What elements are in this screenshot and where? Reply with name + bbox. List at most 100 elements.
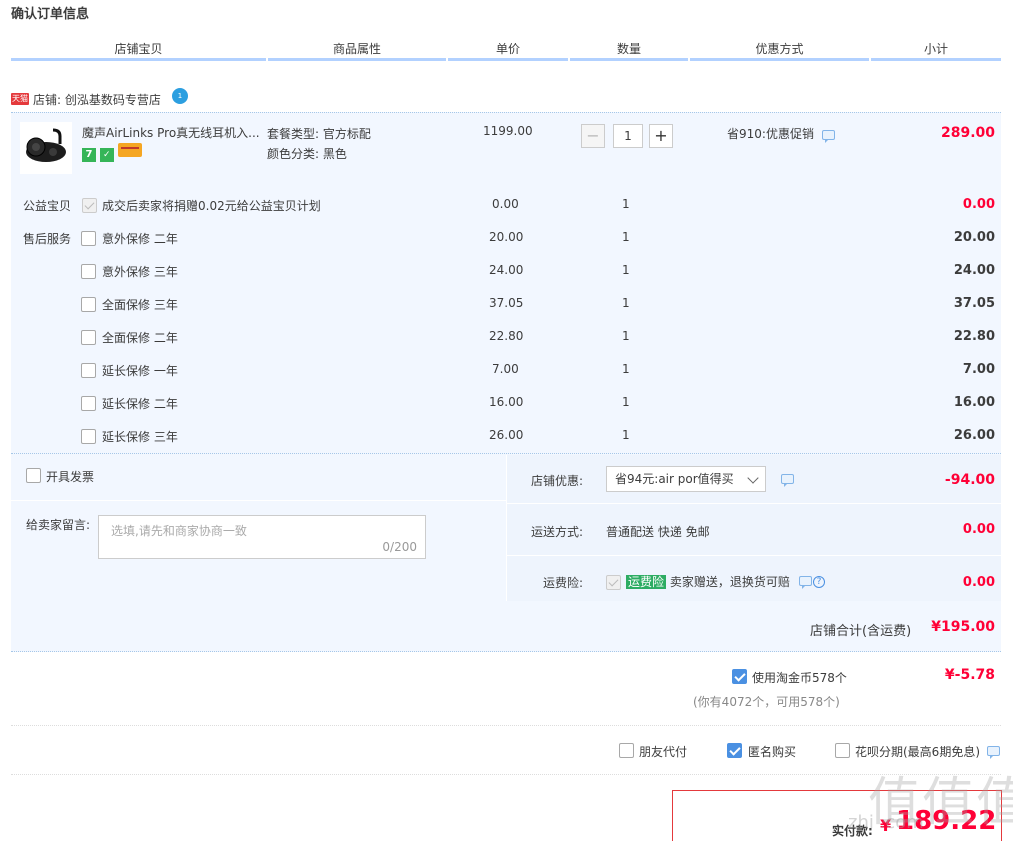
- aftersale-checkbox[interactable]: [81, 297, 96, 312]
- insurance-label: 运费险:: [543, 576, 584, 590]
- aftersale-checkbox[interactable]: [81, 363, 96, 378]
- aftersale-option-subtotal: 37.05: [953, 296, 995, 311]
- aftersale-checkbox[interactable]: [81, 264, 96, 279]
- aftersale-option-subtotal: 20.00: [953, 230, 995, 245]
- charity-price: 0.00: [492, 197, 519, 211]
- invoice-checkbox[interactable]: [26, 468, 41, 483]
- seven-day-return-icon[interactable]: 7: [82, 148, 96, 162]
- quantity-increase-button[interactable]: +: [649, 124, 673, 148]
- col-header-discount: 优惠方式: [755, 42, 804, 56]
- product-name-link[interactable]: 魔声AirLinks Pro真无线耳机入...: [82, 124, 260, 141]
- header-underline: [871, 58, 1001, 61]
- attr-color: 颜色分类: 黑色: [267, 147, 347, 161]
- anonymous-checkbox[interactable]: [727, 743, 742, 758]
- aftersale-option-subtotal: 24.00: [953, 263, 995, 278]
- header-underline: [570, 58, 688, 61]
- aftersale-option-name: 延长保修 一年: [102, 364, 178, 378]
- col-header-unit-price: 单价: [495, 42, 520, 56]
- charity-qty: 1: [622, 197, 630, 211]
- chat-bubble-icon[interactable]: [987, 746, 1000, 759]
- header-underline: [11, 58, 266, 61]
- header-underline: [690, 58, 869, 61]
- header-underline: [448, 58, 568, 61]
- coins-note: (你有4072个，可用578个): [693, 695, 840, 709]
- aftersale-option-subtotal: 7.00: [962, 362, 995, 377]
- aftersale-option-price: 22.80: [489, 329, 524, 343]
- help-question-icon[interactable]: ?: [813, 574, 825, 588]
- chat-bubble-icon[interactable]: [781, 474, 794, 487]
- aftersale-option-qty: 1: [622, 362, 630, 376]
- chat-bubble-icon[interactable]: [799, 576, 812, 589]
- divider: [11, 725, 1001, 726]
- aftersale-option-qty: 1: [622, 329, 630, 343]
- divider: [506, 555, 1001, 556]
- shop-discount-select[interactable]: 省94元:air por值得买: [606, 466, 766, 492]
- message-label: 给卖家留言:: [26, 518, 91, 532]
- charity-desc: 成交后卖家将捐赠0.02元给公益宝贝计划: [102, 199, 321, 213]
- shop-name-link[interactable]: 店铺: 创泓基数码专营店: [33, 91, 161, 108]
- aftersale-option-price: 24.00: [489, 263, 524, 277]
- shipping-method: 普通配送 快递 免邮: [606, 525, 710, 539]
- aftersale-option-price: 37.05: [489, 296, 524, 310]
- aftersale-option-name: 延长保修 三年: [102, 430, 178, 444]
- chat-bubble-icon[interactable]: [822, 130, 835, 143]
- attr-package-type: 套餐类型: 官方标配: [267, 127, 371, 141]
- col-header-shop-item: 店铺宝贝: [114, 42, 163, 56]
- charity-subtotal: 0.00: [962, 197, 995, 212]
- tmall-badge-icon: 天猫: [11, 93, 29, 105]
- item-subtotal: 289.00: [940, 125, 995, 141]
- aftersale-option-qty: 1: [622, 395, 630, 409]
- use-coins-checkbox[interactable]: [732, 669, 747, 684]
- aftersale-checkbox[interactable]: [81, 330, 96, 345]
- insurance-checkbox: [606, 575, 621, 590]
- shipping-amount: 0.00: [962, 522, 995, 537]
- insurance-desc: 卖家赠送，退换货可赔: [669, 575, 790, 589]
- aftersale-option-price: 26.00: [489, 428, 524, 442]
- insurance-amount: 0.00: [962, 575, 995, 590]
- wangwang-chat-icon[interactable]: 1: [172, 88, 188, 104]
- divider: [11, 500, 506, 501]
- aftersale-checkbox[interactable]: [81, 429, 96, 444]
- header-underline: [268, 58, 446, 61]
- shop-row: 天猫 店铺: 创泓基数码专营店 1: [11, 88, 1001, 112]
- aftersale-option-name: 全面保修 二年: [102, 331, 178, 345]
- message-placeholder: 选填,请先和商家协商一致: [111, 524, 247, 538]
- shipping-label: 运送方式:: [531, 525, 584, 539]
- insurance-tag: 运费险: [626, 575, 667, 589]
- shop-discount-selected: 省94元:air por值得买: [615, 472, 734, 486]
- aftersale-option-qty: 1: [622, 428, 630, 442]
- service-badges: 7 ✓: [82, 143, 142, 162]
- aftersale-option-qty: 1: [622, 263, 630, 277]
- item-discount: 省910:优惠促销: [727, 127, 814, 141]
- aftersale-option-name: 延长保修 二年: [102, 397, 178, 411]
- huabei-checkbox[interactable]: [835, 743, 850, 758]
- divider: [506, 503, 1001, 504]
- quantity-input[interactable]: 1: [613, 124, 643, 148]
- item-unit-price: 1199.00: [483, 124, 533, 138]
- aftersale-option-price: 7.00: [492, 362, 519, 376]
- col-header-attributes: 商品属性: [332, 42, 381, 56]
- col-header-subtotal: 小计: [923, 42, 948, 56]
- seller-message-input[interactable]: 选填,请先和商家协商一致 0/200: [98, 515, 426, 559]
- invoice-label: 开具发票: [46, 470, 95, 484]
- aftersale-label: 售后服务: [23, 232, 72, 246]
- guarantee-icon[interactable]: ✓: [99, 148, 114, 162]
- use-coins-label: 使用淘金币578个: [752, 671, 847, 685]
- product-thumbnail[interactable]: [20, 122, 72, 174]
- message-char-counter: 0/200: [382, 540, 417, 554]
- col-header-quantity: 数量: [616, 42, 641, 56]
- shop-discount-amount: -94.00: [944, 472, 995, 488]
- aftersale-checkbox[interactable]: [81, 231, 96, 246]
- friend-pay-checkbox[interactable]: [619, 743, 634, 758]
- aftersale-option-subtotal: 22.80: [953, 329, 995, 344]
- charity-checkbox: [82, 198, 97, 213]
- quantity-decrease-button[interactable]: −: [581, 124, 605, 148]
- aftersale-checkbox[interactable]: [81, 396, 96, 411]
- insurance-info: 运费险 卖家赠送，退换货可赔: [626, 573, 790, 590]
- charity-label: 公益宝贝: [23, 199, 72, 213]
- friend-pay-label: 朋友代付: [639, 745, 688, 759]
- credit-card-icon[interactable]: [117, 143, 142, 157]
- shop-discount-label: 店铺优惠:: [531, 474, 584, 488]
- aftersale-option-subtotal: 16.00: [953, 395, 995, 410]
- aftersale-option-qty: 1: [622, 296, 630, 310]
